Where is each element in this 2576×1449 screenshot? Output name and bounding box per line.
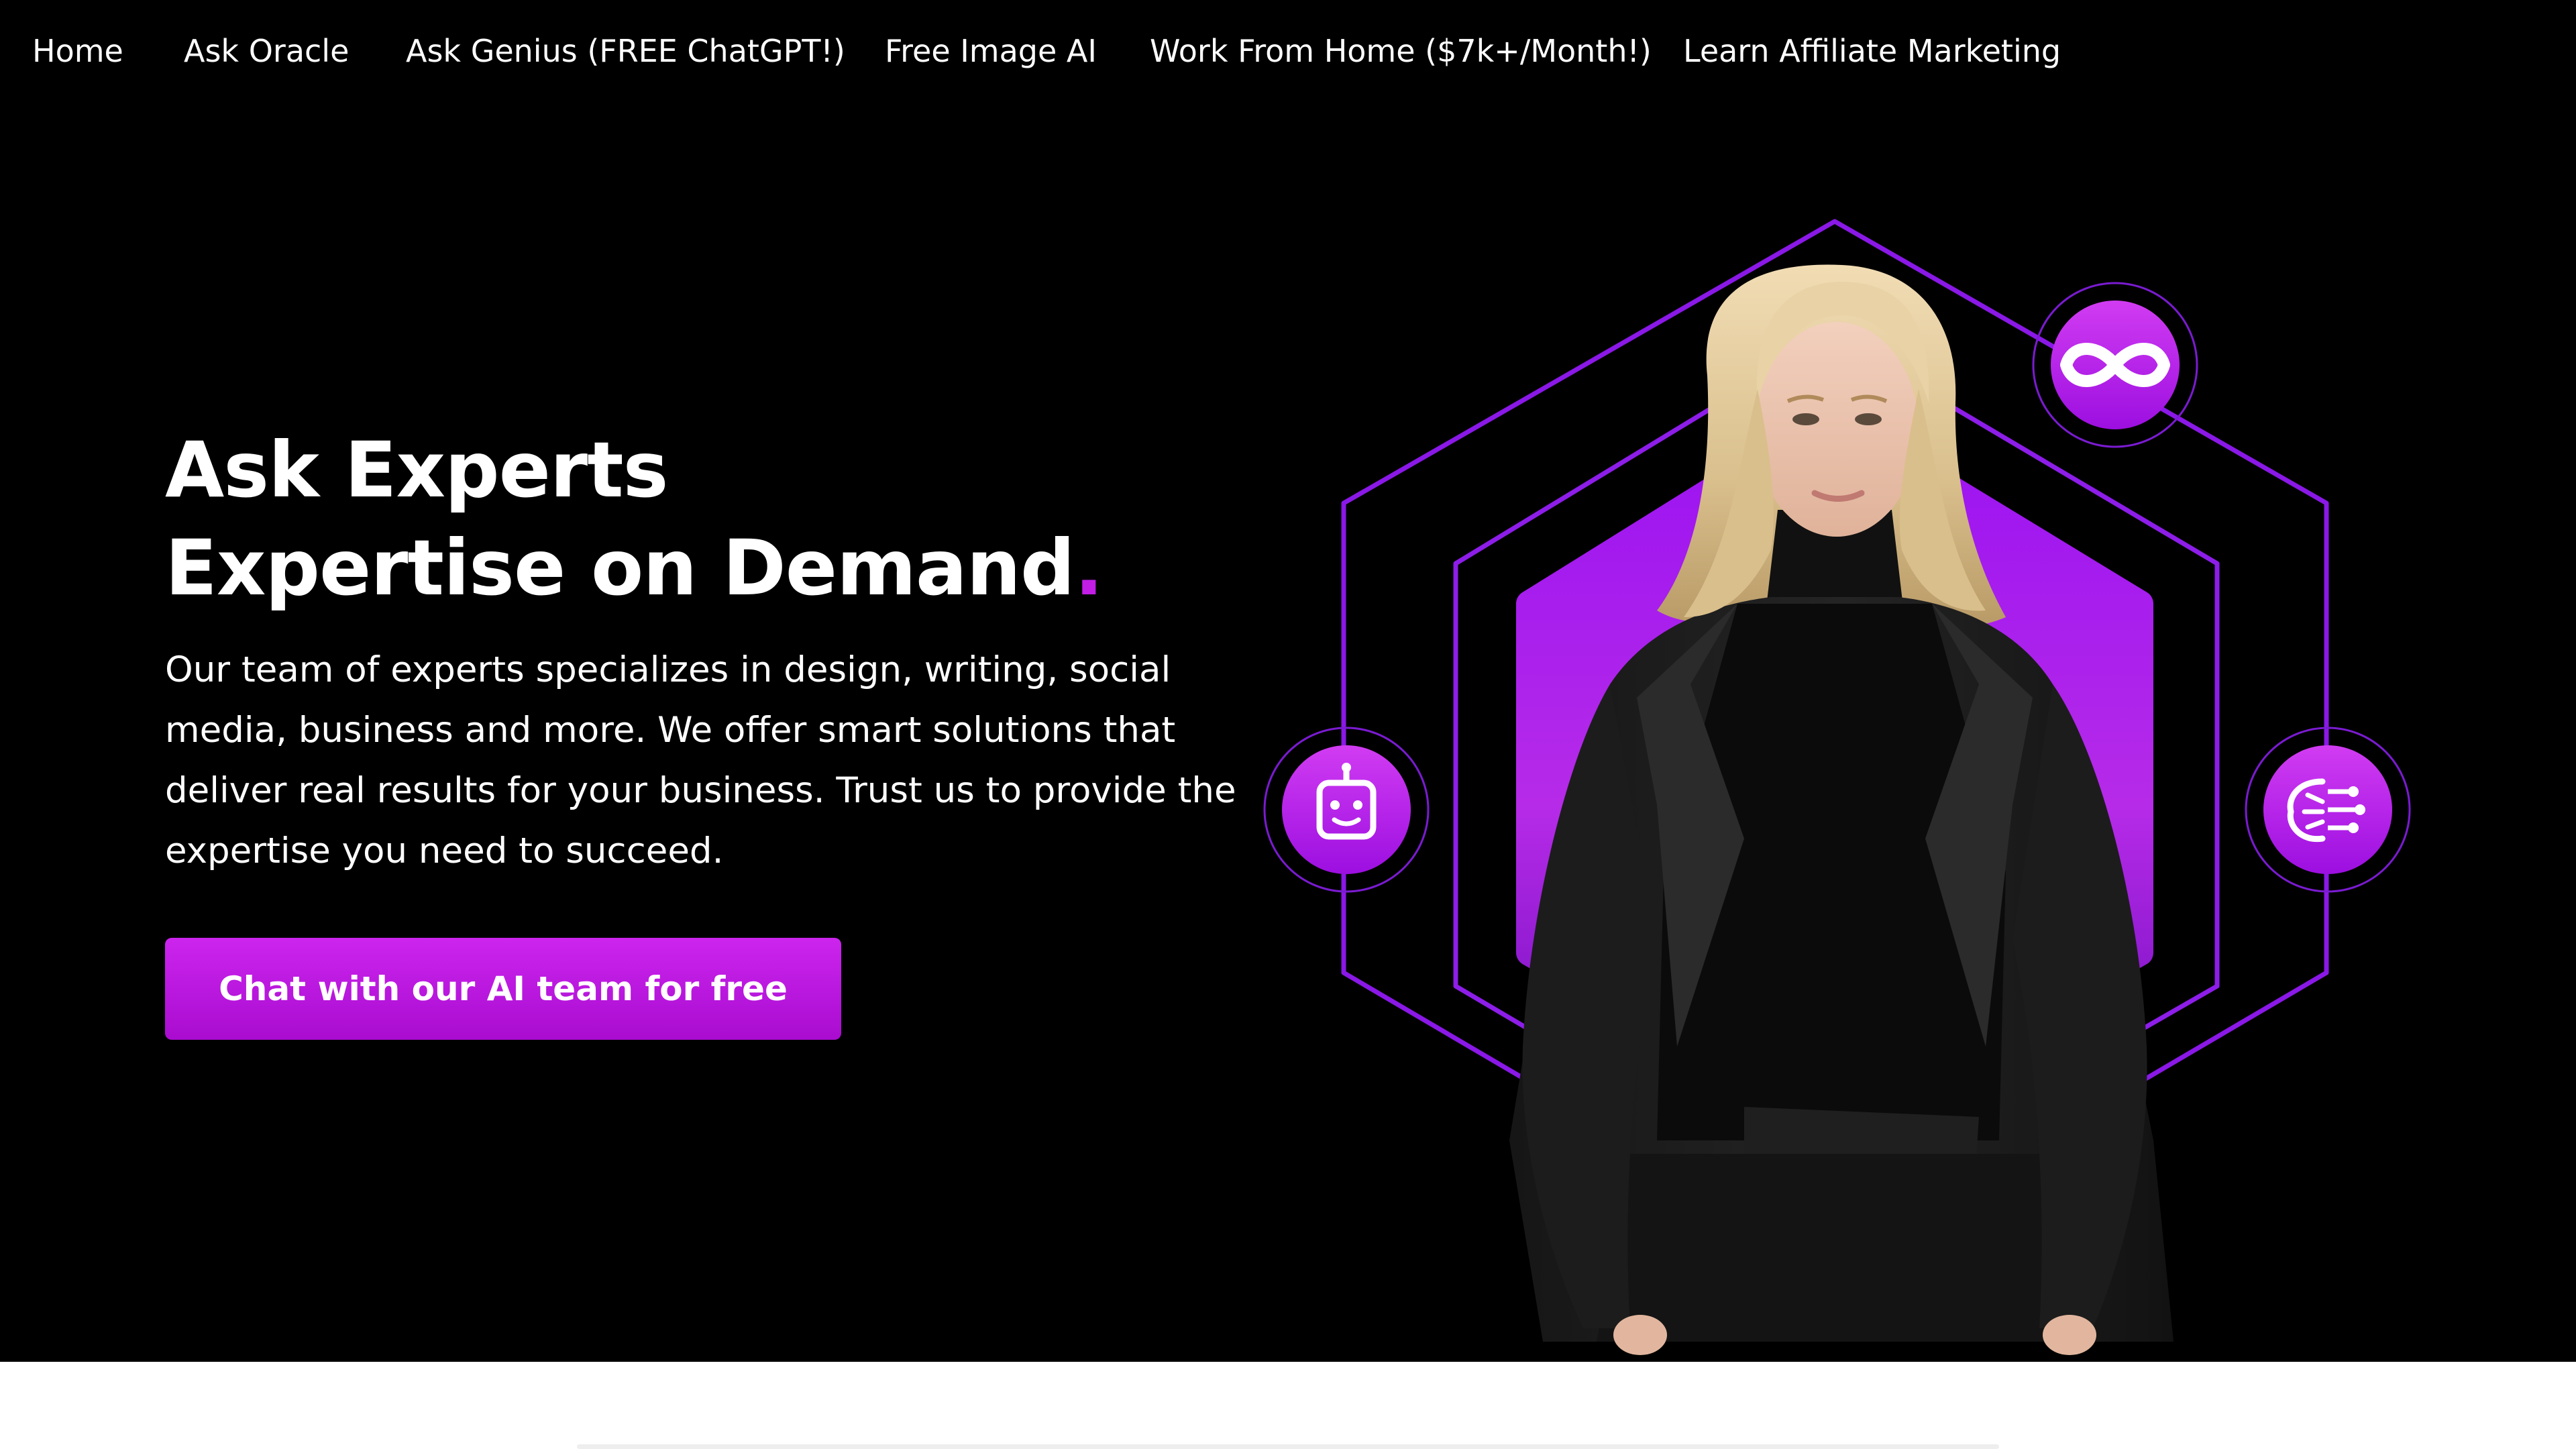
top-navigation: Home Ask Oracle Ask Genius (FREE ChatGPT…	[0, 0, 2576, 107]
nav-link-affiliate-marketing[interactable]: Learn Affiliate Marketing	[1683, 30, 2061, 72]
hero-section: Home Ask Oracle Ask Genius (FREE ChatGPT…	[0, 0, 2576, 1362]
headline-line-2-text: Expertise on Demand	[165, 523, 1075, 612]
chat-with-ai-team-button[interactable]: Chat with our AI team for free	[165, 938, 841, 1040]
nav-link-work-from-home[interactable]: Work From Home ($7k+/Month!)	[1150, 30, 1652, 72]
nav-link-ask-oracle[interactable]: Ask Oracle	[184, 30, 349, 72]
infinity-icon	[2032, 282, 2198, 448]
headline-accent-dot: .	[1074, 523, 1104, 612]
robot-icon	[1263, 727, 1430, 893]
nav-link-free-image-ai[interactable]: Free Image AI	[885, 30, 1097, 72]
nav-link-ask-genius[interactable]: Ask Genius (FREE ChatGPT!)	[406, 30, 845, 72]
hero-graphic	[1263, 219, 2411, 1355]
ai-brain-icon	[2245, 727, 2411, 893]
below-hero-section	[0, 1362, 2576, 1449]
headline-line-1: Ask Experts	[165, 425, 668, 515]
hero-description: Our team of experts specializes in desig…	[165, 649, 1236, 871]
nav-link-home[interactable]: Home	[32, 30, 123, 72]
hero-headline: Ask Experts Expertise on Demand.	[165, 421, 1104, 617]
expert-portrait	[1509, 264, 2174, 1355]
section-divider	[577, 1444, 1999, 1449]
headline-line-2: Expertise on Demand.	[165, 519, 1104, 617]
page: Home Ask Oracle Ask Genius (FREE ChatGPT…	[0, 0, 2576, 1449]
